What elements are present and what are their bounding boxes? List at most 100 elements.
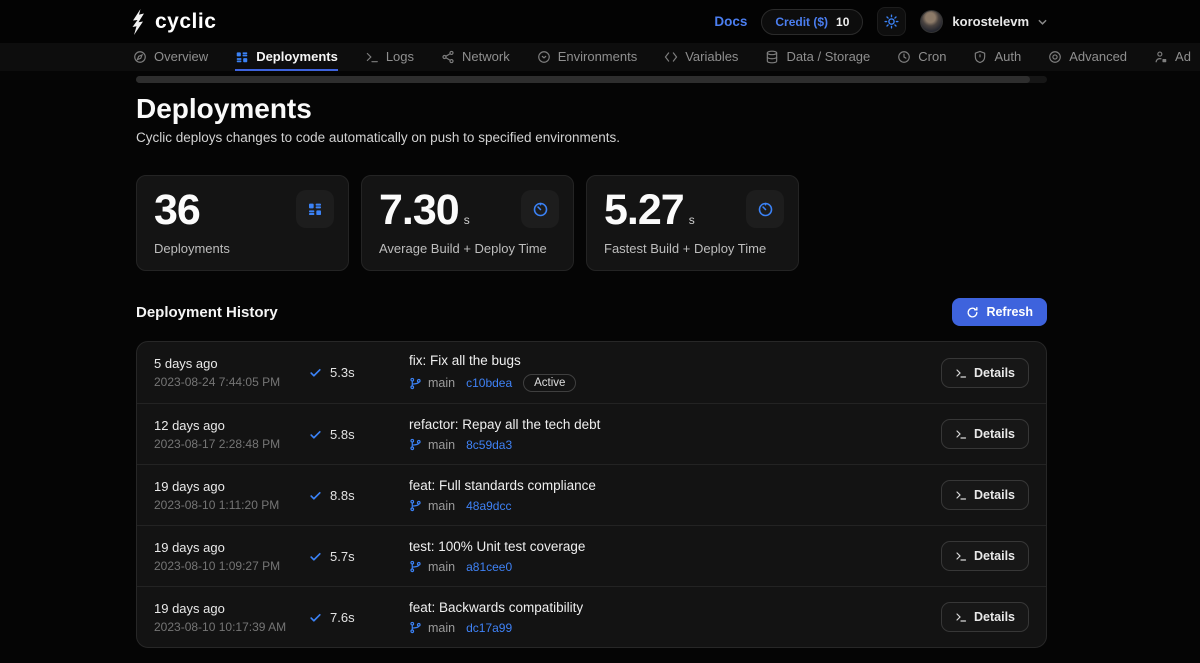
tab-auth[interactable]: Auth	[973, 43, 1021, 71]
terminal-icon	[955, 367, 967, 379]
top-header: cyclic Docs Credit ($) 10 korostelevm	[0, 0, 1200, 43]
tab-logs[interactable]: Logs	[365, 43, 414, 71]
deploy-timestamp: 2023-08-17 2:28:48 PM	[154, 437, 309, 451]
deploy-age: 19 days ago	[154, 540, 309, 555]
stat-card-average-time: 7.30s Average Build + Deploy Time	[361, 175, 574, 271]
deployment-row: 12 days ago 2023-08-17 2:28:48 PM 5.8s r…	[137, 403, 1046, 464]
details-button[interactable]: Details	[941, 480, 1029, 510]
branch-name: main	[428, 621, 455, 635]
git-branch-icon	[409, 499, 422, 512]
deploy-age: 19 days ago	[154, 479, 309, 494]
details-button[interactable]: Details	[941, 541, 1029, 571]
horizontal-scrollbar[interactable]	[136, 76, 1047, 83]
deploy-timestamp: 2023-08-10 1:11:20 PM	[154, 498, 309, 512]
deploy-age: 5 days ago	[154, 356, 309, 371]
deploy-duration: 5.3s	[330, 365, 355, 380]
tab-deployments[interactable]: Deployments	[235, 43, 338, 71]
branch-name: main	[428, 376, 455, 390]
deployment-history-panel: 5 days ago 2023-08-24 7:44:05 PM 5.3s fi…	[136, 341, 1047, 648]
compass-icon	[133, 50, 147, 64]
deploy-timestamp: 2023-08-10 10:17:39 AM	[154, 620, 309, 634]
commit-hash[interactable]: 48a9dcc	[466, 499, 511, 513]
stat-label: Deployments	[154, 241, 331, 256]
timer-icon	[521, 190, 559, 228]
details-button[interactable]: Details	[941, 419, 1029, 449]
tab-label: Advanced	[1069, 49, 1127, 64]
terminal-icon	[955, 489, 967, 501]
tab-label: Ad	[1175, 49, 1191, 64]
commit-message: test: 100% Unit test coverage	[409, 539, 941, 554]
stat-label: Average Build + Deploy Time	[379, 241, 556, 256]
terminal-icon	[955, 428, 967, 440]
tab-cron[interactable]: Cron	[897, 43, 946, 71]
git-branch-icon	[409, 621, 422, 634]
commit-hash[interactable]: a81cee0	[466, 560, 512, 574]
tab-label: Logs	[386, 49, 414, 64]
credit-badge[interactable]: Credit ($) 10	[761, 9, 863, 35]
stat-card-fastest-time: 5.27s Fastest Build + Deploy Time	[586, 175, 799, 271]
refresh-button[interactable]: Refresh	[952, 298, 1047, 326]
tab-label: Cron	[918, 49, 946, 64]
circle-env-icon	[537, 50, 551, 64]
tab-environments[interactable]: Environments	[537, 43, 637, 71]
details-button[interactable]: Details	[941, 358, 1029, 388]
docs-link[interactable]: Docs	[714, 14, 747, 29]
shield-icon	[973, 50, 987, 64]
code-brackets-icon	[664, 50, 678, 64]
deployments-grid-icon	[235, 50, 249, 64]
commit-hash[interactable]: c10bdea	[466, 376, 512, 390]
deployments-grid-icon	[296, 190, 334, 228]
deployment-row: 19 days ago 2023-08-10 1:09:27 PM 5.7s t…	[137, 525, 1046, 586]
tab-admin[interactable]: Ad	[1154, 43, 1191, 71]
check-icon	[309, 611, 322, 624]
tab-label: Deployments	[256, 49, 338, 64]
deployment-row: 19 days ago 2023-08-10 1:11:20 PM 8.8s f…	[137, 464, 1046, 525]
check-icon	[309, 366, 322, 379]
tab-overview[interactable]: Overview	[133, 43, 208, 71]
git-branch-icon	[409, 377, 422, 390]
details-button[interactable]: Details	[941, 602, 1029, 632]
deploy-duration: 5.8s	[330, 427, 355, 442]
tab-label: Data / Storage	[786, 49, 870, 64]
theme-toggle-button[interactable]	[877, 7, 906, 36]
deploy-duration: 5.7s	[330, 549, 355, 564]
terminal-icon	[365, 50, 379, 64]
page-subtitle: Cyclic deploys changes to code automatic…	[136, 130, 1047, 145]
globe-icon	[441, 50, 455, 64]
tab-data-storage[interactable]: Data / Storage	[765, 43, 870, 71]
avatar	[920, 10, 943, 33]
tab-bar: Overview Deployments Logs Network Enviro…	[0, 43, 1200, 71]
active-status-badge: Active	[523, 374, 576, 392]
tab-label: Variables	[685, 49, 738, 64]
tab-label: Overview	[154, 49, 208, 64]
clock-icon	[897, 50, 911, 64]
stat-card-deployments: 36 Deployments	[136, 175, 349, 271]
branch-name: main	[428, 499, 455, 513]
deploy-timestamp: 2023-08-10 1:09:27 PM	[154, 559, 309, 573]
tab-label: Network	[462, 49, 510, 64]
stats-row: 36 Deployments 7.30s Average Build + Dep…	[136, 175, 1047, 271]
history-title: Deployment History	[136, 304, 278, 321]
logo: cyclic	[130, 9, 216, 35]
deployment-row: 19 days ago 2023-08-10 10:17:39 AM 7.6s …	[137, 586, 1046, 647]
tab-label: Auth	[994, 49, 1021, 64]
commit-hash[interactable]: 8c59da3	[466, 438, 512, 452]
scrollbar-thumb[interactable]	[136, 76, 1030, 83]
database-icon	[765, 50, 779, 64]
deploy-duration: 8.8s	[330, 488, 355, 503]
main-content: Deployments Cyclic deploys changes to co…	[0, 83, 1200, 648]
terminal-icon	[955, 611, 967, 623]
user-menu[interactable]: korostelevm	[920, 10, 1047, 33]
git-branch-icon	[409, 438, 422, 451]
timer-icon	[746, 190, 784, 228]
terminal-icon	[955, 550, 967, 562]
tab-advanced[interactable]: Advanced	[1048, 43, 1127, 71]
check-icon	[309, 550, 322, 563]
tab-network[interactable]: Network	[441, 43, 510, 71]
commit-message: fix: Fix all the bugs	[409, 353, 941, 368]
deploy-timestamp: 2023-08-24 7:44:05 PM	[154, 375, 309, 389]
branch-name: main	[428, 438, 455, 452]
tab-variables[interactable]: Variables	[664, 43, 738, 71]
commit-hash[interactable]: dc17a99	[466, 621, 512, 635]
commit-message: refactor: Repay all the tech debt	[409, 417, 941, 432]
